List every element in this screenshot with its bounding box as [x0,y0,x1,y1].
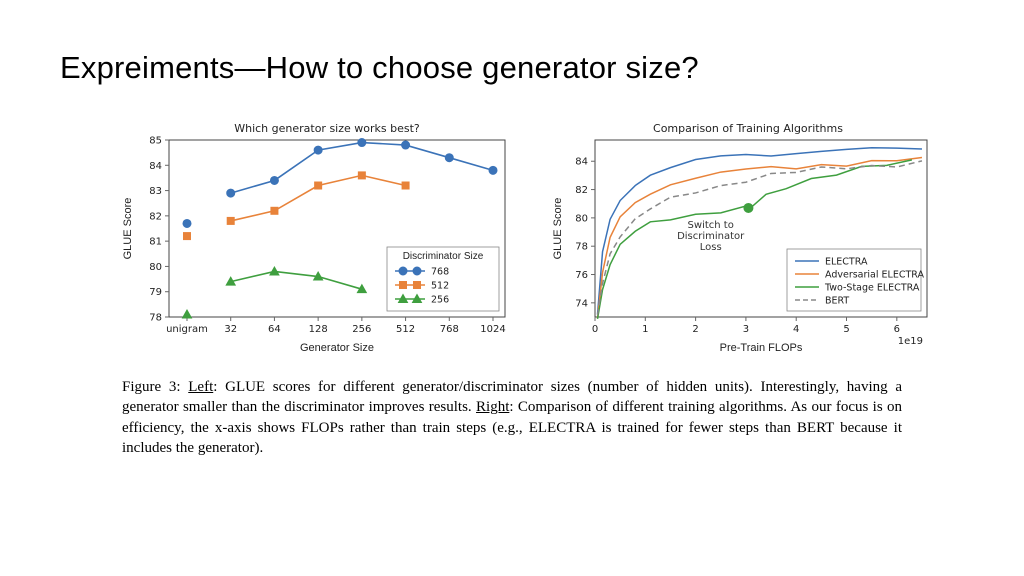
svg-text:Loss: Loss [700,242,722,253]
svg-text:Generator Size: Generator Size [300,342,374,354]
svg-text:GLUE Score: GLUE Score [552,198,564,260]
svg-text:82: 82 [149,211,162,222]
svg-text:5: 5 [843,324,849,335]
svg-text:64: 64 [268,324,281,335]
svg-text:80: 80 [149,262,162,273]
svg-text:Discriminator: Discriminator [677,231,745,242]
figure-caption: Figure 3: Left: GLUE scores for differen… [122,377,902,458]
svg-text:Switch to: Switch to [688,220,734,231]
svg-text:Comparison of Training Algorit: Comparison of Training Algorithms [653,122,843,135]
svg-text:512: 512 [396,324,415,335]
svg-text:ELECTRA: ELECTRA [825,257,868,268]
svg-text:1024: 1024 [480,324,505,335]
svg-text:76: 76 [575,270,588,281]
chart-left-svg: 78 79 80 81 82 83 84 85 unigram 32 64 128 256 512 768 1… [117,120,517,355]
svg-text:32: 32 [224,324,237,335]
svg-text:83: 83 [149,186,162,197]
svg-text:1: 1 [642,324,648,335]
svg-text:768: 768 [431,267,449,278]
svg-text:80: 80 [575,213,588,224]
svg-text:84: 84 [149,161,162,172]
svg-text:256: 256 [431,295,449,306]
svg-text:BERT: BERT [825,296,849,307]
svg-text:Pre-Train FLOPs: Pre-Train FLOPs [720,342,803,354]
svg-text:Two-Stage ELECTRA: Two-Stage ELECTRA [824,283,920,294]
slide-title: Expreiments—How to choose generator size… [60,50,964,86]
svg-text:78: 78 [575,242,588,253]
svg-text:4: 4 [793,324,799,335]
svg-text:Discriminator Size: Discriminator Size [403,251,484,262]
svg-text:81: 81 [149,237,162,248]
svg-text:Adversarial ELECTRA: Adversarial ELECTRA [825,270,924,281]
svg-text:82: 82 [575,185,588,196]
svg-text:3: 3 [743,324,749,335]
svg-text:Which generator size works bes: Which generator size works best? [234,122,420,135]
svg-text:128: 128 [309,324,328,335]
svg-text:256: 256 [352,324,371,335]
svg-text:2: 2 [692,324,698,335]
svg-text:768: 768 [440,324,459,335]
svg-text:GLUE Score: GLUE Score [122,198,134,260]
svg-text:unigram: unigram [166,324,208,335]
chart-right-svg: 74 76 78 80 82 84 0 1 2 3 4 5 61e19 Comparison of Tra… [547,120,937,355]
figure-row: 7879808182838485unigram32641282565127681… [90,120,964,355]
chart-left: 78 79 80 81 82 83 84 85 unigram 32 64 128 256 512 768 1… [117,120,517,355]
svg-text:0: 0 [592,324,598,335]
svg-text:79: 79 [149,287,162,298]
svg-text:512: 512 [431,281,449,292]
svg-text:84: 84 [575,157,588,168]
svg-text:74: 74 [575,298,588,309]
svg-text:1e19: 1e19 [898,336,923,347]
svg-text:78: 78 [149,313,162,324]
svg-text:6: 6 [894,324,900,335]
slide: Expreiments—How to choose generator size… [0,0,1024,576]
chart-right: 74 76 78 80 82 84 0 1 2 3 4 5 61e19 Comparison of Tra… [547,120,937,355]
svg-text:85: 85 [149,136,162,147]
